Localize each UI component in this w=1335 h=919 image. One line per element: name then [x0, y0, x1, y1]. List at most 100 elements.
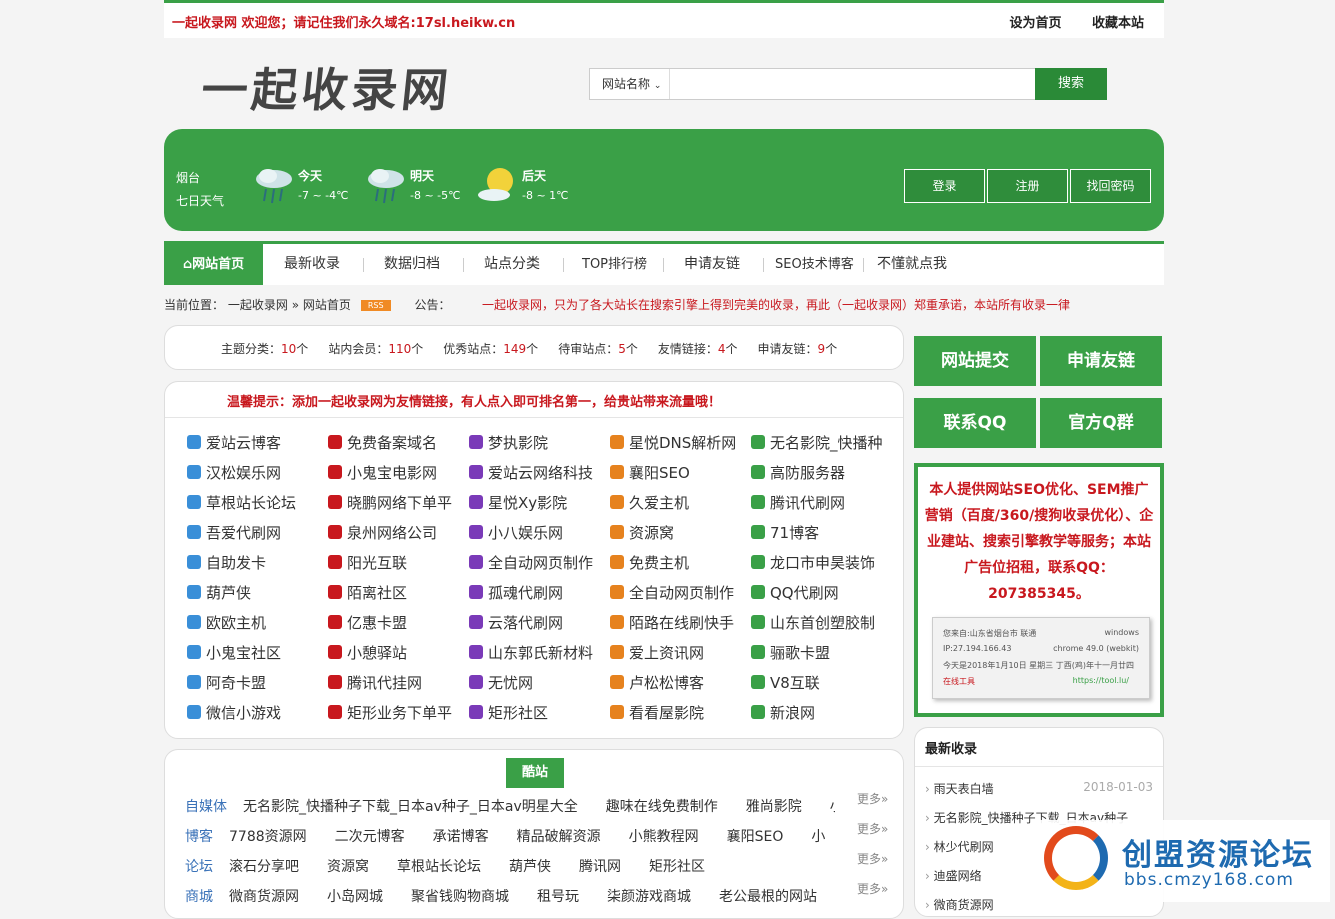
nav-seo-blog[interactable]: SEO技术博客: [775, 244, 854, 285]
friend-link[interactable]: 高防服务器: [751, 462, 892, 492]
friend-link[interactable]: 骊歌卡盟: [751, 642, 892, 672]
friend-link[interactable]: 无名影院_快播种: [751, 432, 892, 462]
latest-item[interactable]: › 雨天表白墙 2018-01-03: [925, 780, 1153, 797]
friend-link[interactable]: 云落代刷网: [469, 612, 610, 642]
nav-top[interactable]: TOP排行榜: [582, 244, 647, 285]
cool-site-link[interactable]: 微商货源网: [229, 889, 299, 905]
friend-link[interactable]: 阿奇卡盟: [187, 672, 328, 702]
cool-site-link[interactable]: 租号玩: [537, 889, 579, 905]
cool-site-link[interactable]: 承诺博客: [433, 829, 489, 845]
friend-link[interactable]: 自助发卡: [187, 552, 328, 582]
friend-link[interactable]: 小鬼宝社区: [187, 642, 328, 672]
nav-category[interactable]: 站点分类: [484, 244, 540, 285]
friend-link[interactable]: 71博客: [751, 522, 892, 552]
set-home-link[interactable]: 设为首页: [1009, 16, 1061, 31]
nav-help[interactable]: 不懂就点我: [877, 244, 947, 285]
friend-link[interactable]: 龙口市申昊装饰: [751, 552, 892, 582]
cool-category-link[interactable]: 博客: [185, 829, 213, 845]
site-logo[interactable]: 一起收录网: [199, 54, 456, 120]
friend-link[interactable]: 葫芦侠: [187, 582, 328, 612]
friend-link[interactable]: 吾爱代刷网: [187, 522, 328, 552]
cool-category-link[interactable]: 论坛: [185, 859, 213, 875]
nav-latest[interactable]: 最新收录: [284, 244, 340, 285]
cool-site-link[interactable]: 葫芦侠: [509, 859, 551, 875]
friend-link[interactable]: 全自动网页制作: [610, 582, 751, 612]
more-link[interactable]: 更多»: [857, 850, 888, 867]
friend-link[interactable]: 小鬼宝电影网: [328, 462, 469, 492]
register-button[interactable]: 注册: [987, 169, 1068, 203]
login-button[interactable]: 登录: [904, 169, 985, 203]
cool-site-link[interactable]: 滚石分享吧: [229, 859, 299, 875]
friend-link[interactable]: 星悦DNS解析网: [610, 432, 751, 462]
cool-category-link[interactable]: 商城: [185, 889, 213, 905]
friend-link[interactable]: 免费主机: [610, 552, 751, 582]
cool-site-link[interactable]: 襄阳SEO: [727, 829, 784, 845]
friend-link[interactable]: 无忧网: [469, 672, 610, 702]
cool-site-link[interactable]: 雅尚影院: [746, 799, 802, 815]
friend-link[interactable]: 免费备案域名: [328, 432, 469, 462]
qq-group-button[interactable]: 官方Q群: [1040, 398, 1162, 448]
week-weather-link[interactable]: 七日天气: [176, 190, 224, 213]
cool-site-link[interactable]: 小: [830, 799, 835, 815]
apply-link-button[interactable]: 申请友链: [1040, 336, 1162, 386]
more-link[interactable]: 更多»: [857, 790, 888, 807]
nav-archive[interactable]: 数据归档: [384, 244, 440, 285]
friend-link[interactable]: 草根站长论坛: [187, 492, 328, 522]
friend-link[interactable]: 梦执影院: [469, 432, 610, 462]
cool-site-link[interactable]: 无名影院_快播种子下载_日本av种子_日本av明星大全: [243, 799, 578, 815]
friend-link[interactable]: 资源窝: [610, 522, 751, 552]
cool-site-link[interactable]: 小岛网城: [327, 889, 383, 905]
friend-link[interactable]: 微信小游戏: [187, 702, 328, 732]
cool-category-link[interactable]: 自媒体: [185, 799, 227, 815]
cool-site-link[interactable]: 柒颜游戏商城: [607, 889, 691, 905]
friend-link[interactable]: 孤魂代刷网: [469, 582, 610, 612]
friend-link[interactable]: 爱上资讯网: [610, 642, 751, 672]
more-link[interactable]: 更多»: [857, 820, 888, 837]
friend-link[interactable]: 欧欧主机: [187, 612, 328, 642]
search-type-select[interactable]: 网站名称 ⌄: [590, 69, 670, 99]
friend-link[interactable]: 亿惠卡盟: [328, 612, 469, 642]
friend-link[interactable]: 晓鹏网络下单平: [328, 492, 469, 522]
friend-link[interactable]: 泉州网络公司: [328, 522, 469, 552]
friend-link[interactable]: 山东郭氏新材料: [469, 642, 610, 672]
friend-link[interactable]: 腾讯代挂网: [328, 672, 469, 702]
cool-site-link[interactable]: 腾讯网: [579, 859, 621, 875]
cool-site-link[interactable]: 老公最根的网站: [719, 889, 817, 905]
submit-site-button[interactable]: 网站提交: [914, 336, 1036, 386]
friend-link[interactable]: 阳光互联: [328, 552, 469, 582]
more-link[interactable]: 更多»: [857, 880, 888, 897]
friend-link[interactable]: 小憩驿站: [328, 642, 469, 672]
rss-icon[interactable]: RSS: [360, 300, 391, 311]
friend-link[interactable]: 矩形业务下单平: [328, 702, 469, 732]
cool-site-link[interactable]: 7788资源网: [229, 829, 307, 845]
friend-link[interactable]: 卢松松博客: [610, 672, 751, 702]
favorite-link[interactable]: 收藏本站: [1092, 16, 1144, 31]
friend-link[interactable]: 爱站云网络科技: [469, 462, 610, 492]
friend-link[interactable]: 腾讯代刷网: [751, 492, 892, 522]
friend-link[interactable]: 山东首创塑胶制: [751, 612, 892, 642]
contact-qq-button[interactable]: 联系QQ: [914, 398, 1036, 448]
nav-home[interactable]: ⌂网站首页: [164, 244, 263, 285]
friend-link[interactable]: 汉松娱乐网: [187, 462, 328, 492]
crumb-site-link[interactable]: 一起收录网: [228, 298, 288, 312]
cool-site-link[interactable]: 小: [811, 829, 825, 845]
friend-link[interactable]: 爱站云博客: [187, 432, 328, 462]
friend-link[interactable]: 陌路在线刷快手: [610, 612, 751, 642]
cool-site-link[interactable]: 精品破解资源: [517, 829, 601, 845]
friend-link[interactable]: 久爱主机: [610, 492, 751, 522]
search-input[interactable]: [674, 73, 1024, 95]
friend-link[interactable]: 小八娱乐网: [469, 522, 610, 552]
cool-site-link[interactable]: 小熊教程网: [629, 829, 699, 845]
search-button[interactable]: 搜索: [1035, 68, 1107, 100]
friend-link[interactable]: 新浪网: [751, 702, 892, 732]
cool-site-link[interactable]: 矩形社区: [649, 859, 705, 875]
cool-site-link[interactable]: 资源窝: [327, 859, 369, 875]
cool-site-link[interactable]: 草根站长论坛: [397, 859, 481, 875]
friend-link[interactable]: QQ代刷网: [751, 582, 892, 612]
cool-site-link[interactable]: 二次元博客: [335, 829, 405, 845]
friend-link[interactable]: 全自动网页制作: [469, 552, 610, 582]
friend-link[interactable]: 陌离社区: [328, 582, 469, 612]
cool-site-link[interactable]: 趣味在线免费制作: [606, 799, 718, 815]
friend-link[interactable]: 襄阳SEO: [610, 462, 751, 492]
cool-site-link[interactable]: 聚省钱购物商城: [411, 889, 509, 905]
